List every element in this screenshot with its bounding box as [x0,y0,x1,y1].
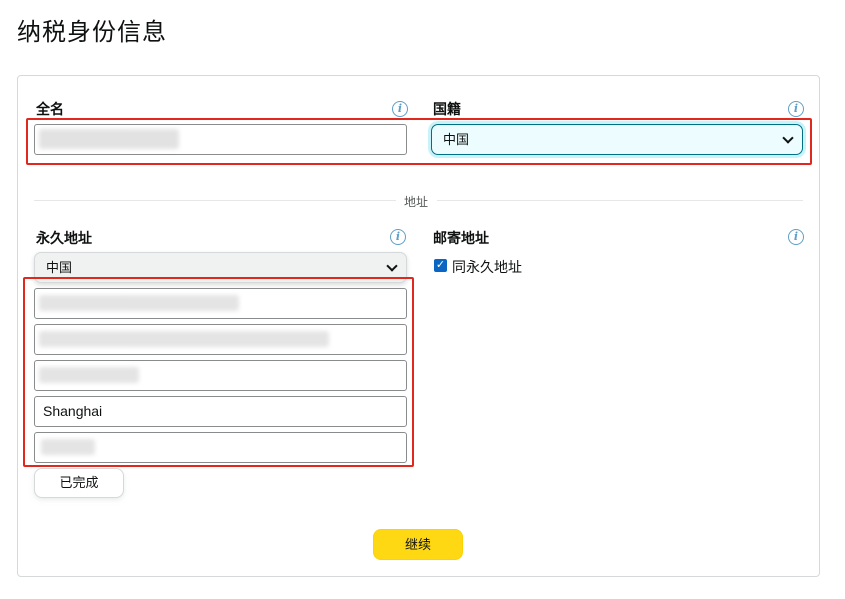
same-as-permanent-label[interactable]: 同永久地址 [452,257,522,277]
nationality-label: 国籍 [433,101,461,117]
permanent-address-label: 永久地址 [36,230,92,246]
mailing-address-label: 邮寄地址 [433,230,489,246]
address-section-heading: 地址 [404,195,429,209]
highlight-box [23,277,414,467]
info-icon[interactable]: i [392,101,408,117]
full-name-label: 全名 [36,101,64,117]
divider [34,200,396,201]
checkmark-icon: ✓ [435,259,446,271]
continue-button[interactable]: 继续 [373,529,463,560]
info-icon[interactable]: i [390,229,406,245]
permanent-country-selected: 中国 [46,260,73,275]
chevron-down-icon [386,260,398,272]
info-icon[interactable]: i [788,229,804,245]
same-as-permanent-checkbox[interactable]: ✓ [434,259,447,272]
divider [437,200,803,201]
page-title: 纳税身份信息 [17,19,167,46]
info-icon[interactable]: i [788,101,804,117]
done-button[interactable]: 已完成 [34,468,124,498]
highlight-box [26,118,812,165]
